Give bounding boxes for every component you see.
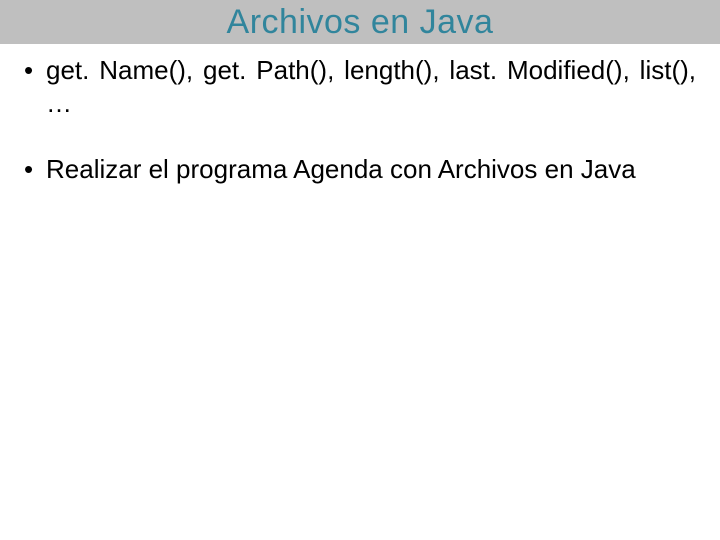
slide: Archivos en Java get. Name(), get. Path(… [0, 0, 720, 540]
slide-title: Archivos en Java [227, 3, 494, 42]
title-bar: Archivos en Java [0, 0, 720, 44]
slide-body: get. Name(), get. Path(), length(), last… [0, 44, 720, 186]
bullet-list: get. Name(), get. Path(), length(), last… [24, 54, 696, 186]
list-item: Realizar el programa Agenda con Archivos… [24, 153, 696, 186]
list-item: get. Name(), get. Path(), length(), last… [24, 54, 696, 119]
